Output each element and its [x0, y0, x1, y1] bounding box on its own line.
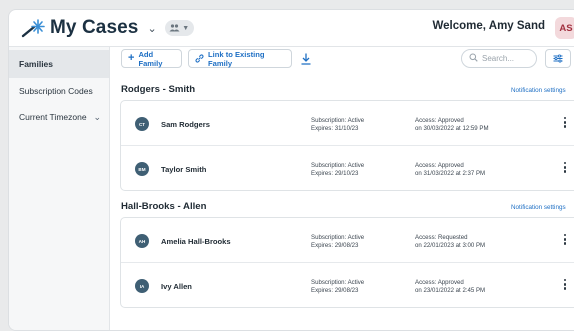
- access-info: Access: Approved on 30/03/2022 at 12:59 …: [415, 117, 489, 133]
- subscription-info: Subscription: Active Expires: 31/10/23: [311, 117, 364, 133]
- notification-settings-link[interactable]: Notification settings: [511, 204, 566, 211]
- avatar: BM: [135, 162, 149, 176]
- table-row[interactable]: BM Taylor Smith Subscription: Active Exp…: [121, 145, 574, 190]
- avatar: CT: [135, 117, 149, 131]
- sidebar: Families Subscription Codes Current Time…: [9, 47, 110, 330]
- access-status: Access: Approved: [415, 117, 464, 124]
- page-title: My Cases: [50, 17, 139, 38]
- member-name[interactable]: Ivy Allen: [161, 282, 192, 291]
- search-input[interactable]: Search...: [461, 49, 537, 68]
- table-row[interactable]: CT Sam Rodgers Subscription: Active Expi…: [121, 101, 574, 145]
- access-date: on 23/01/2022 at 2:45 PM: [415, 287, 486, 294]
- filter-button[interactable]: [545, 49, 571, 68]
- link-icon: [195, 54, 204, 63]
- link-existing-label: Link to Existing Family: [208, 49, 265, 68]
- chevron-down-icon[interactable]: ⌄: [147, 22, 156, 35]
- subscription-status: Subscription: Active: [311, 162, 365, 169]
- sparkle-wand-icon: [21, 18, 45, 38]
- group-selector[interactable]: ▼: [164, 19, 194, 37]
- chevron-down-icon: ▼: [182, 24, 190, 32]
- access-info: Access: Approved on 23/01/2022 at 2:45 P…: [415, 279, 485, 295]
- subscription-expiry: Expires: 31/10/23: [311, 125, 359, 132]
- search-icon: [469, 53, 482, 64]
- search-placeholder: Search...: [482, 54, 515, 63]
- app-window: My Cases ⌄ ▼ Welcome, Amy Sand AS Famili…: [8, 9, 574, 331]
- subscription-info: Subscription: Active Expires: 29/08/23: [311, 234, 364, 250]
- add-family-button[interactable]: + Add Family: [121, 49, 182, 68]
- more-options-icon[interactable]: [563, 234, 567, 248]
- brand: My Cases ⌄ ▼: [21, 17, 194, 39]
- subscription-expiry: Expires: 29/08/23: [311, 287, 359, 294]
- subscription-status: Subscription: Active: [311, 279, 365, 286]
- more-options-icon[interactable]: [563, 162, 567, 176]
- people-icon: [169, 19, 180, 37]
- welcome-text: Welcome, Amy Sand: [432, 20, 545, 32]
- subscription-expiry: Expires: 29/08/23: [311, 242, 359, 249]
- access-info: Access: Requested on 22/01/2023 at 3:00 …: [415, 234, 485, 250]
- sidebar-item-label: Current Timezone: [19, 112, 87, 122]
- table-row[interactable]: IA Ivy Allen Subscription: Active Expire…: [121, 262, 574, 307]
- avatar: IA: [135, 279, 149, 293]
- family-card: CT Sam Rodgers Subscription: Active Expi…: [120, 100, 574, 191]
- sidebar-item-label: Families: [19, 59, 54, 69]
- sidebar-item-current-timezone[interactable]: Current Timezone ⌄: [9, 104, 109, 130]
- add-family-label: Add Family: [138, 49, 163, 68]
- family-card: AH Amelia Hall-Brooks Subscription: Acti…: [120, 217, 574, 308]
- family-title: Rodgers - Smith: [121, 84, 196, 95]
- sidebar-item-label: Subscription Codes: [19, 86, 93, 96]
- access-date: on 22/01/2023 at 3:00 PM: [415, 242, 486, 249]
- access-info: Access: Approved on 31/03/2022 at 2:37 P…: [415, 162, 485, 178]
- toolbar: + Add Family Link to Existing Family Sea…: [121, 49, 574, 69]
- notification-settings-link[interactable]: Notification settings: [511, 87, 566, 94]
- more-options-icon[interactable]: [563, 279, 567, 293]
- sidebar-item-subscription-codes[interactable]: Subscription Codes: [9, 78, 109, 104]
- download-icon[interactable]: [300, 52, 312, 66]
- subscription-info: Subscription: Active Expires: 29/08/23: [311, 279, 364, 295]
- avatar: AH: [135, 234, 149, 248]
- access-date: on 30/03/2022 at 12:59 PM: [415, 125, 489, 132]
- subscription-status: Subscription: Active: [311, 117, 365, 124]
- access-status: Access: Approved: [415, 279, 464, 286]
- subscription-expiry: Expires: 29/10/23: [311, 170, 359, 177]
- family-title: Hall-Brooks - Allen: [121, 201, 207, 212]
- filter-icon: [553, 50, 563, 68]
- access-date: on 31/03/2022 at 2:37 PM: [415, 170, 486, 177]
- subscription-info: Subscription: Active Expires: 29/10/23: [311, 162, 364, 178]
- table-row[interactable]: AH Amelia Hall-Brooks Subscription: Acti…: [121, 218, 574, 262]
- subscription-status: Subscription: Active: [311, 234, 365, 241]
- more-options-icon[interactable]: [563, 117, 567, 131]
- access-status: Access: Requested: [415, 234, 468, 241]
- chevron-down-icon: ⌄: [93, 111, 101, 122]
- top-header: My Cases ⌄ ▼ Welcome, Amy Sand AS: [9, 10, 574, 47]
- sidebar-item-families[interactable]: Families: [9, 50, 109, 78]
- access-status: Access: Approved: [415, 162, 464, 169]
- plus-icon: +: [128, 52, 135, 64]
- user-avatar[interactable]: AS: [555, 17, 574, 39]
- member-name[interactable]: Taylor Smith: [161, 165, 206, 174]
- link-existing-family-button[interactable]: Link to Existing Family: [188, 49, 292, 68]
- member-name[interactable]: Sam Rodgers: [161, 120, 210, 129]
- member-name[interactable]: Amelia Hall-Brooks: [161, 237, 231, 246]
